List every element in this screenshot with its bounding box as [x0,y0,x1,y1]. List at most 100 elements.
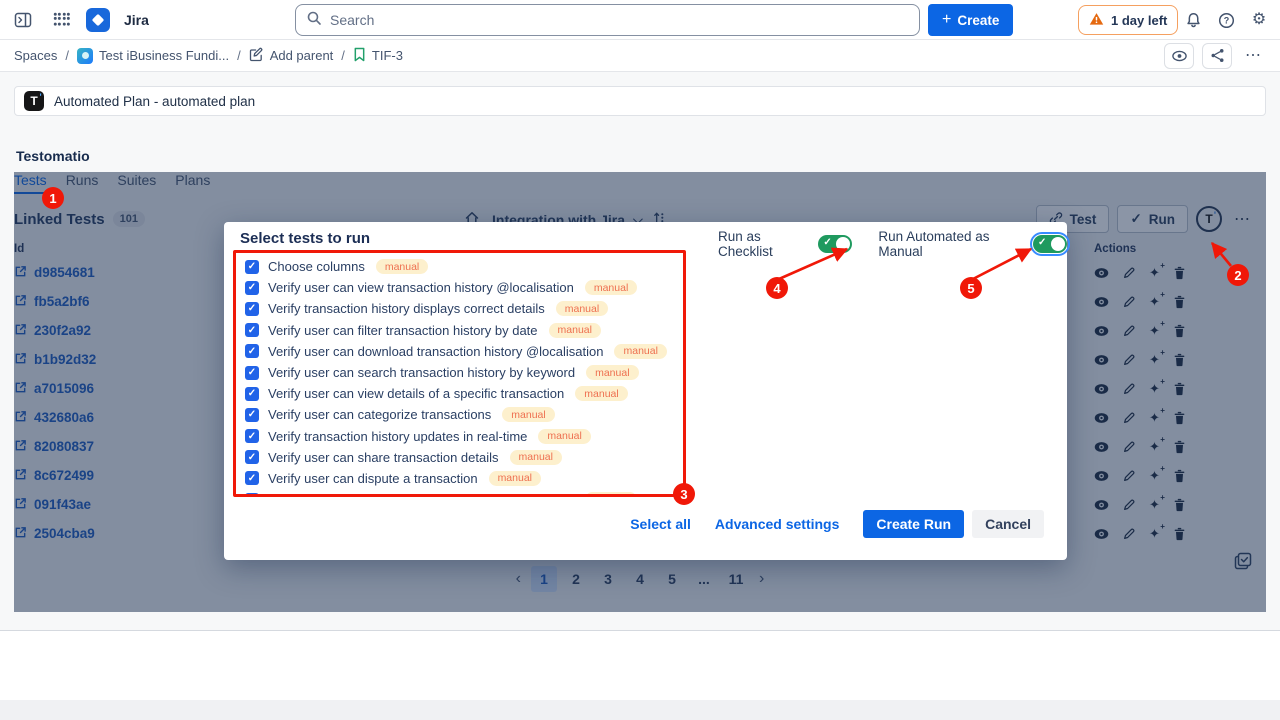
run-automated-toggle[interactable]: ✓ [1033,235,1067,253]
checkbox-checked-icon[interactable]: ✓ [245,471,259,485]
test-checklist-item: ✓ Verify transaction history displays co… [245,298,686,319]
manual-badge: manual [575,386,627,401]
editor-content-area[interactable] [0,700,1280,720]
test-label: Verify user can dispute a transaction [268,471,478,486]
test-label: Verify user can view transaction history… [268,492,574,497]
select-tests-modal: Select tests to run Run as Checklist ✓ R… [224,222,1067,560]
manual-badge: manual [585,280,637,295]
test-label: Verify user can categorize transactions [268,407,491,422]
toggle-check-icon: ✓ [823,237,831,248]
checkbox-checked-icon[interactable]: ✓ [245,387,259,401]
breadcrumb: Spaces / Test iBusiness Fundi... / Add p… [14,47,403,65]
toggle-knob [1051,237,1065,251]
manual-badge: manual [538,429,590,444]
cancel-button[interactable]: Cancel [972,510,1044,538]
automated-plan-banner[interactable]: T Automated Plan - automated plan [14,86,1266,116]
manual-badge: manual [489,471,541,486]
test-checklist-item: ✓ Verify user can filter transaction his… [245,320,686,341]
create-run-button[interactable]: Create Run [863,510,964,538]
page: Jira + Create 1 day left ? ⚙ [0,0,1280,720]
test-checklist-item: ✓ Verify user can dispute a transaction … [245,468,686,489]
checkbox-checked-icon[interactable]: ✓ [245,281,259,295]
manual-badge: manual [556,301,608,316]
gear-icon[interactable]: ⚙ [1246,7,1272,33]
test-label: Verify user can view details of a specif… [268,386,564,401]
run-automated-label: Run Automated as Manual [878,229,1025,259]
manual-badge: manual [614,344,666,359]
edit-icon [249,47,264,65]
manual-badge: manual [585,492,637,497]
modal-title: Select tests to run [240,230,370,247]
checkbox-checked-icon[interactable]: ✓ [245,429,259,443]
search-input[interactable] [330,12,909,28]
create-button[interactable]: + Create [928,4,1013,36]
run-as-checklist-group: Run as Checklist ✓ [718,229,852,259]
test-label: Verify transaction history updates in re… [268,429,527,444]
manual-badge: manual [586,365,638,380]
test-label: Verify user can share transaction detail… [268,450,499,465]
breadcrumb-spaces[interactable]: Spaces [14,48,57,63]
bookmark-icon [353,47,366,65]
modal-footer: Select all Advanced settings Create Run … [630,510,1044,538]
test-label: Choose columns [268,259,365,274]
notifications-bell-icon[interactable] [1180,7,1206,33]
app-title: Jira [124,12,149,28]
checkbox-checked-icon[interactable]: ✓ [245,366,259,380]
checkbox-checked-icon[interactable]: ✓ [245,344,259,358]
checkbox-checked-icon[interactable]: ✓ [245,408,259,422]
trial-countdown-button[interactable]: 1 day left [1078,5,1178,35]
search-icon [306,10,322,31]
run-as-checklist-toggle[interactable]: ✓ [818,235,852,253]
breadcrumb-bar: Spaces / Test iBusiness Fundi... / Add p… [0,40,1280,72]
test-checklist-item: ✓ Verify user can categorize transaction… [245,404,686,425]
share-button[interactable] [1202,43,1232,69]
select-all-link[interactable]: Select all [630,516,691,532]
top-navigation: Jira + Create 1 day left ? ⚙ [0,0,1280,40]
test-checklist-item: ✓ Verify user can view transaction histo… [245,489,686,497]
test-label: Verify user can search transaction histo… [268,365,575,380]
run-automated-group: Run Automated as Manual ✓ [878,229,1067,259]
test-checklist-item: ✓ Verify transaction history updates in … [245,426,686,447]
app-switcher-icon[interactable] [48,7,74,33]
test-label: Verify user can filter transaction histo… [268,323,538,338]
test-label: Verify transaction history displays corr… [268,301,545,316]
breadcrumb-add-parent[interactable]: Add parent [249,47,334,65]
manual-badge: manual [376,259,428,274]
test-checklist-item: ✓ Verify user can search transaction his… [245,362,686,383]
checkbox-checked-icon[interactable]: ✓ [245,493,259,497]
plus-icon: + [942,12,951,28]
advanced-settings-link[interactable]: Advanced settings [715,516,839,532]
checkbox-checked-icon[interactable]: ✓ [245,260,259,274]
sidebar-toggle-icon[interactable] [10,7,36,33]
toggle-check-icon: ✓ [1038,237,1046,248]
watch-eye-button[interactable] [1164,43,1194,69]
breadcrumb-space[interactable]: Test iBusiness Fundi... [77,48,229,64]
testomatio-logo: T [24,91,44,111]
jira-logo[interactable] [86,8,110,32]
svg-text:?: ? [1223,15,1229,25]
help-icon[interactable]: ? [1213,7,1239,33]
run-as-checklist-label: Run as Checklist [718,229,810,259]
widget-heading: Testomatio [16,148,90,164]
test-label: Verify user can view transaction history… [268,280,574,295]
checkbox-checked-icon[interactable]: ✓ [245,323,259,337]
more-options-icon[interactable]: ⋯ [1240,43,1266,69]
test-label: Verify user can download transaction his… [268,344,603,359]
test-checklist-item: ✓ Verify user can view transaction histo… [245,277,686,298]
manual-badge: manual [549,323,601,338]
manual-badge: manual [510,450,562,465]
modal-test-list: ✓ Choose columns manual ✓ Verify user ca… [234,251,686,497]
test-checklist-item: ✓ Choose columns manual [245,256,686,277]
checkbox-checked-icon[interactable]: ✓ [245,450,259,464]
plan-title: Automated Plan - automated plan [54,94,255,109]
global-search[interactable] [295,4,920,36]
warning-icon [1089,12,1104,29]
test-checklist-item: ✓ Verify user can share transaction deta… [245,447,686,468]
test-checklist-item: ✓ Verify user can download transaction h… [245,341,686,362]
breadcrumb-current-page[interactable]: TIF-3 [353,47,403,65]
toggle-knob [836,237,850,251]
manual-badge: manual [502,407,554,422]
space-avatar [77,48,93,64]
test-checklist-item: ✓ Verify user can view details of a spec… [245,383,686,404]
checkbox-checked-icon[interactable]: ✓ [245,302,259,316]
